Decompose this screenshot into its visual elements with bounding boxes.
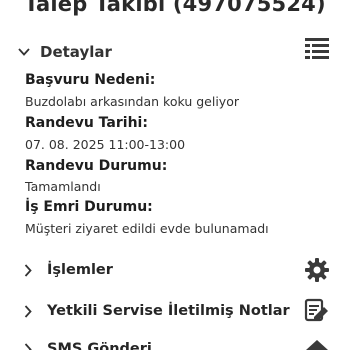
sms-row[interactable]: SMS Gönderi <box>18 336 330 350</box>
details-label: Detaylar <box>40 43 112 61</box>
chevron-right-icon <box>21 304 35 318</box>
randevu-durumu-value: Tamamlandı <box>25 179 101 194</box>
islemler-label: İşlemler <box>47 262 113 278</box>
is-emri-durumu-value: Müşteri ziyaret edildi evde bulunamadı <box>25 221 269 236</box>
gear-icon[interactable] <box>304 257 330 283</box>
chevron-down-icon <box>17 45 31 59</box>
sms-icon[interactable] <box>304 336 330 350</box>
randevu-tarihi-value: 07. 08. 2025 11:00-13:00 <box>25 137 186 152</box>
randevu-tarihi-label: Randevu Tarihi: <box>25 115 148 131</box>
chevron-right-icon <box>21 263 35 277</box>
randevu-durumu-label: Randevu Durumu: <box>25 158 168 174</box>
islemler-row[interactable]: İşlemler <box>18 257 330 283</box>
sms-label: SMS Gönderi <box>47 341 152 350</box>
is-emri-durumu-label: İş Emri Durumu: <box>25 199 153 215</box>
basvuru-nedeni-value: Buzdolabı arkasından koku geliyor <box>25 94 239 109</box>
yetkili-servis-notlar-label: Yetkili Servise İletilmiş Notlar <box>47 303 290 319</box>
list-view-icon[interactable] <box>304 37 330 67</box>
page-title: Talep Takibi (497075524) <box>24 0 326 16</box>
chevron-right-icon <box>21 342 35 350</box>
basvuru-nedeni-label: Başvuru Nedeni: <box>25 72 156 88</box>
notes-edit-icon[interactable] <box>304 298 330 324</box>
yetkili-servis-notlar-row[interactable]: Yetkili Servise İletilmiş Notlar <box>18 298 330 324</box>
details-section-header[interactable]: Detaylar <box>14 38 330 66</box>
